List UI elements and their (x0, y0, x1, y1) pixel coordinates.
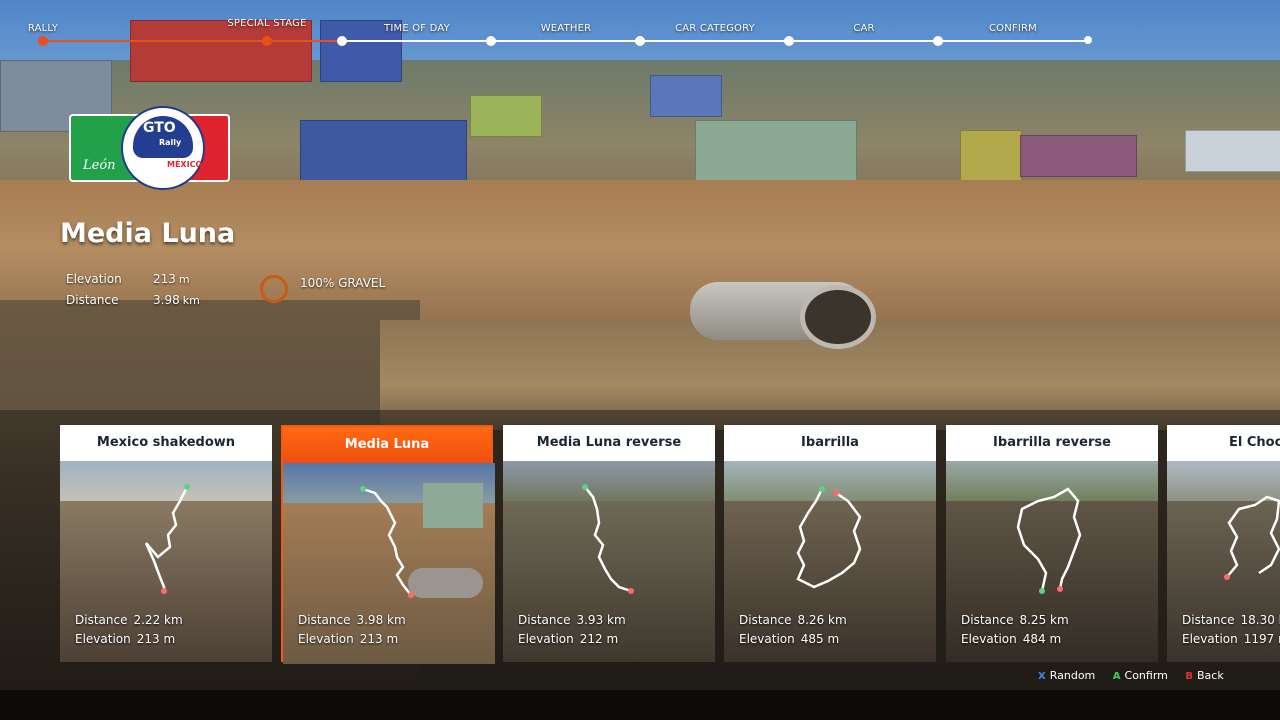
stage-card-distance: Distance 3.98 km (298, 613, 406, 627)
step-dot (784, 36, 794, 46)
step-dot-end (1084, 36, 1092, 44)
step-dot (262, 36, 272, 46)
stage-card-media-luna[interactable]: Media Luna Distance 3.98 km Elevation 213 … (281, 425, 495, 664)
elevation-value: 212 m (579, 632, 619, 646)
elevation-label: Elevation (518, 632, 574, 646)
logo-emblem: GTO Rally MÉXICO (121, 106, 205, 190)
elevation-value: 484 m (1022, 632, 1062, 646)
elevation-value: 213 m (153, 272, 190, 286)
step-label: SPECIAL STAGE (227, 18, 307, 29)
b-button-icon: B (1185, 671, 1193, 682)
pipe-opening (800, 285, 876, 349)
elevation-label: Elevation (961, 632, 1017, 646)
surface-type: 100% GRAVEL (300, 276, 386, 290)
elevation-number: 213 (153, 272, 176, 286)
step-dot (486, 36, 496, 46)
step-label: CAR CATEGORY (675, 23, 755, 34)
stage-carousel: Mexico shakedown Distance 2.22 km Elevati… (0, 425, 1280, 665)
stage-card-title: Media Luna reverse (503, 425, 715, 461)
distance-label: Distance (518, 613, 571, 627)
bottom-bar (0, 690, 1280, 720)
elevation-value: 213 m (359, 632, 399, 646)
step-dot (38, 36, 48, 46)
x-button-icon: X (1038, 671, 1046, 682)
stage-card-elevation: Elevation 212 m (518, 632, 618, 646)
stage-card-distance: Distance 8.26 km (739, 613, 847, 627)
stage-card-elevation: Elevation 213 m (75, 632, 175, 646)
setup-progress: RALLY SPECIAL STAGE TIME OF DAY WEATHER … (0, 0, 1280, 60)
distance-unit: km (182, 294, 200, 307)
distance-value: 2.22 km (133, 613, 183, 627)
logo-leon-text: León (83, 158, 116, 173)
elevation-label: Elevation (66, 272, 122, 286)
stage-card-title: Mexico shakedown (60, 425, 272, 461)
elevation-unit: m (178, 273, 190, 286)
a-button-icon: A (1112, 671, 1121, 682)
stage-title: Media Luna (60, 218, 236, 249)
stage-card-distance: Distance 2.22 km (75, 613, 183, 627)
surface-icon (260, 275, 288, 303)
stage-card-distance: Distance 8.25 km (961, 613, 1069, 627)
stage-card-elevation: Elevation 484 m (961, 632, 1061, 646)
elevation-value: 213 m (136, 632, 176, 646)
distance-label: Distance (75, 613, 128, 627)
distance-number: 3.98 (153, 293, 180, 307)
hint-back[interactable]: B Back (1185, 669, 1230, 682)
stage-card-title: Ibarrilla (724, 425, 936, 461)
step-dot (635, 36, 645, 46)
stage-card-distance: Distance 18.30 km (1182, 613, 1280, 627)
hint-confirm[interactable]: A Confirm (1113, 669, 1175, 682)
hint-label: Confirm (1124, 669, 1168, 682)
stage-card-elevation: Elevation 1197 m (1182, 632, 1280, 646)
stage-card-el-choc[interactable]: El Choc Distance 18.30 km Elevation 1197 m (1167, 425, 1280, 662)
stage-card-elevation: Elevation 213 m (298, 632, 398, 646)
stage-card-mexico-shakedown[interactable]: Mexico shakedown Distance 2.22 km Elevati… (60, 425, 272, 662)
stage-card-media-luna-reverse[interactable]: Media Luna reverse Distance 3.93 km Eleva… (503, 425, 715, 662)
progress-line-done (43, 40, 342, 42)
hint-random[interactable]: X Random (1038, 669, 1102, 682)
logo-rally-text: Rally (159, 138, 182, 147)
step-label: WEATHER (540, 23, 592, 34)
step-label: TIME OF DAY (384, 23, 450, 34)
logo-gto-text: GTO (143, 120, 176, 136)
elevation-label: Elevation (739, 632, 795, 646)
stage-card-title: El Choc (1167, 425, 1280, 461)
stage-card-title: Media Luna (283, 427, 491, 463)
logo-mexico-text: MÉXICO (167, 160, 203, 169)
step-label: RALLY (27, 23, 59, 34)
step-label: CONFIRM (988, 23, 1037, 34)
distance-value: 8.26 km (797, 613, 847, 627)
step-label: CAR (853, 23, 875, 34)
rally-mexico-logo: León GTO Rally MÉXICO (69, 106, 230, 190)
distance-value: 3.93 km (576, 613, 626, 627)
stage-card-elevation: Elevation 485 m (739, 632, 839, 646)
distance-value: 18.30 km (1240, 613, 1280, 627)
distance-label: Distance (1182, 613, 1235, 627)
hint-label: Back (1197, 669, 1224, 682)
stage-card-distance: Distance 3.93 km (518, 613, 626, 627)
stage-card-ibarrilla[interactable]: Ibarrilla Distance 8.26 km Elevation 485 m (724, 425, 936, 662)
elevation-label: Elevation (298, 632, 354, 646)
distance-label: Distance (739, 613, 792, 627)
distance-label: Distance (66, 293, 119, 307)
stage-card-ibarrilla-reverse[interactable]: Ibarrilla reverse Distance 8.25 km Elevat… (946, 425, 1158, 662)
elevation-value: 485 m (800, 632, 840, 646)
elevation-label: Elevation (75, 632, 131, 646)
button-hints: X Random A Confirm B Back (1038, 669, 1238, 682)
elevation-label: Elevation (1182, 632, 1238, 646)
distance-value: 3.98 km (356, 613, 406, 627)
hint-label: Random (1049, 669, 1096, 682)
distance-value: 3.98 km (153, 293, 200, 307)
step-dot (933, 36, 943, 46)
step-dot (337, 36, 347, 46)
progress-line-todo (342, 40, 1089, 42)
stage-card-title: Ibarrilla reverse (946, 425, 1158, 461)
distance-label: Distance (298, 613, 351, 627)
elevation-value: 1197 m (1243, 632, 1280, 646)
distance-label: Distance (961, 613, 1014, 627)
distance-value: 8.25 km (1019, 613, 1069, 627)
